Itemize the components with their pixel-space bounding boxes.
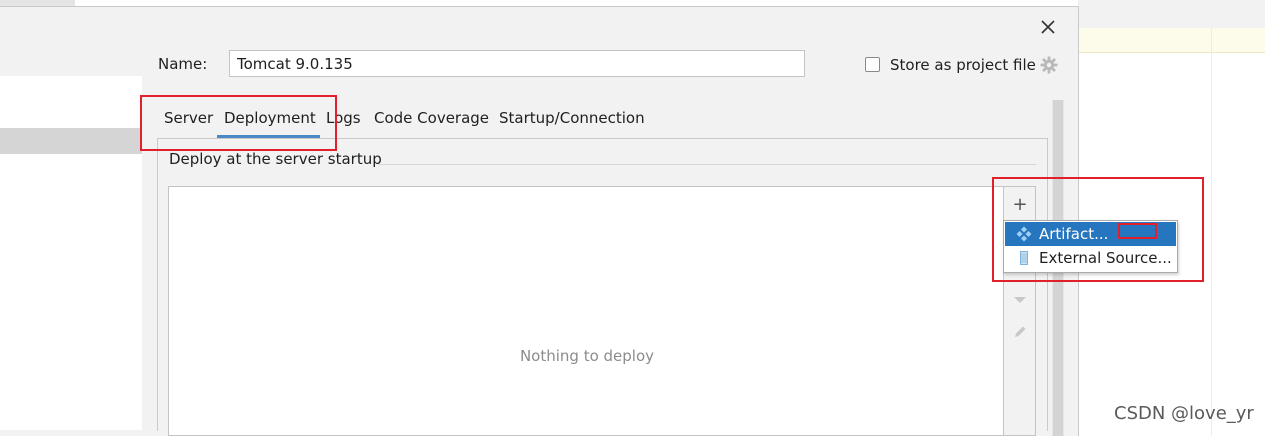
close-button[interactable]	[1036, 15, 1060, 39]
gear-icon[interactable]	[1040, 56, 1058, 74]
deployment-list[interactable]: Nothing to deploy	[168, 186, 1004, 436]
edit-button[interactable]	[1010, 324, 1030, 344]
tab-code-coverage[interactable]: Code Coverage	[374, 100, 489, 136]
section-title: Deploy at the server startup	[169, 150, 390, 168]
pencil-icon	[1015, 326, 1026, 337]
annotation-box-menu	[992, 177, 1204, 282]
section-divider	[378, 164, 1036, 165]
background-editor-tabbar	[1078, 0, 1265, 28]
name-label: Name:	[158, 55, 208, 73]
store-as-project-file-checkbox[interactable]	[865, 57, 880, 72]
close-icon[interactable]	[1041, 20, 1055, 34]
watermark: CSDN @love_yr	[1114, 403, 1254, 424]
name-input[interactable]	[229, 50, 805, 77]
screen: Name: Store as project file Server Deplo…	[0, 0, 1265, 436]
tab-startup-connection[interactable]: Startup/Connection	[499, 100, 645, 136]
store-as-project-file-label[interactable]: Store as project file	[890, 56, 1036, 74]
background-editor-highlight-line	[1078, 28, 1265, 53]
annotation-box-tabs	[140, 95, 337, 151]
background-editor-margin-line	[1211, 28, 1212, 436]
configuration-tree-selected-row[interactable]	[0, 128, 142, 154]
arrow-down-icon	[1014, 297, 1026, 303]
move-down-button[interactable]	[1010, 292, 1030, 312]
empty-state-text: Nothing to deploy	[519, 347, 655, 365]
annotation-box-artifact	[1118, 223, 1157, 239]
